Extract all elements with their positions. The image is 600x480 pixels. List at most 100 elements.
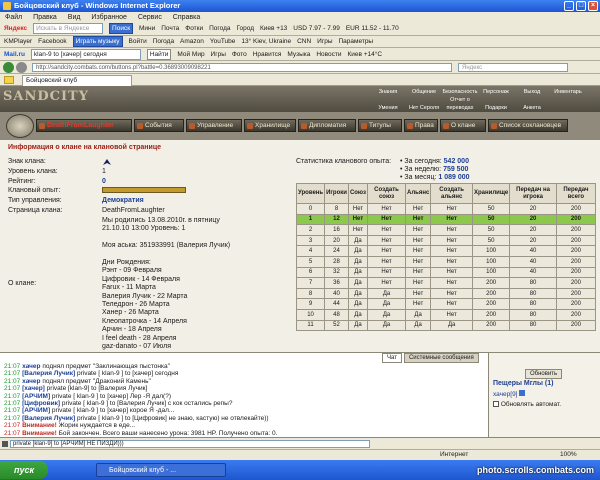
menu-file[interactable]: Файл: [5, 14, 22, 21]
nav-storage-button[interactable]: Хранилище: [244, 119, 296, 132]
toolbar2-item[interactable]: Параметры: [338, 36, 373, 47]
nav-label: Права: [415, 122, 434, 129]
auto-refresh[interactable]: Обновлять автомат.: [493, 401, 561, 408]
nav-events-button[interactable]: События: [134, 119, 184, 132]
stats-today-label: За сегодня:: [404, 158, 442, 165]
menu-help[interactable]: Справка: [173, 14, 200, 21]
chat-nick[interactable]: Внимание!: [22, 430, 57, 437]
menu-view[interactable]: Вид: [68, 14, 81, 21]
auto-refresh-checkbox[interactable]: [493, 401, 499, 408]
table-cell: 40: [509, 245, 557, 257]
gov-type-label: Тип управления:: [8, 197, 62, 204]
chat-log[interactable]: Чат Системные сообщения 21:07 хачер подня…: [0, 352, 488, 437]
toolbar2-item[interactable]: KMPlayer: [4, 36, 32, 47]
toolbar1-item[interactable]: Фотки: [185, 23, 203, 35]
toolbar3-item[interactable]: Музыка: [287, 49, 310, 60]
topnav-item[interactable]: Общение: [406, 88, 442, 96]
nav-about-button[interactable]: О клане: [440, 119, 486, 132]
refresh-button[interactable]: Обновить: [525, 369, 563, 379]
toolbar2-item[interactable]: Facebook: [38, 36, 67, 47]
topnav-item[interactable]: Умения: [370, 104, 406, 112]
topnav-item[interactable]: Нет Сероля: [406, 104, 442, 112]
table-header-cell: Хранилище: [472, 183, 511, 204]
table-cell: Нет: [367, 213, 406, 226]
yandex-search-button[interactable]: Поиск: [109, 23, 134, 34]
topnav-item[interactable]: Персонаж: [478, 88, 514, 96]
close-icon[interactable]: ×: [588, 1, 598, 11]
stats-month-label: За месяц:: [404, 174, 437, 181]
address-search-input[interactable]: Яндекс: [458, 63, 568, 72]
forward-icon[interactable]: [16, 62, 27, 73]
nav-diplomacy-button[interactable]: Дипломатия: [298, 119, 356, 132]
table-cell: 36: [324, 277, 349, 289]
toolbar2-item[interactable]: 13° Kiev, Ukraine: [241, 36, 291, 47]
toolbar1-item[interactable]: Почта: [161, 23, 179, 35]
toolbar1-item[interactable]: Погода: [209, 23, 230, 35]
nav-members-button[interactable]: Список соклановцев: [488, 119, 568, 132]
topnav-item[interactable]: Анкета: [514, 104, 550, 112]
tab-fightclub[interactable]: Бойцовский клуб: [22, 75, 132, 86]
table-cell: Нет: [430, 308, 474, 321]
topnav-item[interactable]: Выход: [514, 88, 550, 96]
yandex-toolbar: Яндекс Искать в Яндексе Поиск Мини Почта…: [0, 23, 600, 36]
back-icon[interactable]: [3, 62, 14, 73]
toolbar3-item[interactable]: Новости: [316, 49, 341, 60]
toolbar3-item[interactable]: Киев +14°C: [347, 49, 382, 60]
topnav-item[interactable]: Безопасность: [442, 88, 478, 96]
toolbar1-item[interactable]: Киев +13: [260, 23, 287, 35]
toolbar1-item[interactable]: Город: [236, 23, 254, 35]
toolbar2-item[interactable]: Amazon: [180, 36, 204, 47]
table-row: 11 52 Да Да Да Да 200 80 200: [295, 319, 597, 332]
toolbar3-item[interactable]: Фото: [232, 49, 247, 60]
start-button[interactable]: пуск: [0, 461, 48, 479]
play-music-button[interactable]: Играть музыку: [72, 36, 123, 47]
topnav-item[interactable]: Подарки: [478, 104, 514, 112]
table-cell: 200: [555, 213, 597, 226]
toolbar1-item[interactable]: EUR 11.52 - 11.70: [346, 23, 399, 35]
topnav-item[interactable]: Знания: [370, 88, 406, 96]
toolbar2-item[interactable]: Игры: [317, 36, 332, 47]
toolbar3-item[interactable]: Игры: [211, 49, 226, 60]
nav-label: Дипломатия: [309, 122, 347, 129]
topnav-item[interactable]: Инвентарь: [550, 88, 586, 96]
favorites-star-icon[interactable]: [4, 76, 14, 84]
menu-edit[interactable]: Правка: [33, 14, 57, 21]
toolbar1-item[interactable]: Мини: [139, 23, 155, 35]
clan-page-label: Страница клана:: [8, 207, 63, 214]
nav-rights-button[interactable]: Права: [404, 119, 438, 132]
taskbar-window[interactable]: Бойцовский клуб - ...: [96, 463, 226, 477]
player-entry[interactable]: хачер[9]: [493, 390, 526, 398]
toolbar2-item[interactable]: Погода: [153, 36, 174, 47]
table-cell: 20: [324, 234, 349, 247]
toolbar2-item[interactable]: YouTube: [210, 36, 236, 47]
user-button[interactable]: DeathFromLaughter: [36, 119, 132, 132]
toolbar1-item[interactable]: USD 7.97 - 7.99: [293, 23, 340, 35]
topnav-item[interactable]: Отчет о переводах: [442, 96, 478, 112]
nav-titles-button[interactable]: Титулы: [358, 119, 402, 132]
mailru-find-button[interactable]: Найти: [146, 49, 172, 60]
table-cell: 20: [509, 224, 557, 236]
stats-week-value: 759 500: [443, 166, 469, 173]
menu-tools[interactable]: Сервис: [138, 14, 162, 21]
chat-tabs: Чат Системные сообщения: [380, 353, 479, 363]
toolbar3-item[interactable]: Мой Мир: [177, 49, 204, 60]
table-cell: 200: [555, 234, 597, 247]
maximize-icon[interactable]: □: [576, 1, 586, 11]
rating-label: Рейтинг:: [8, 178, 36, 185]
toolbar2-item[interactable]: Войти: [129, 36, 147, 47]
address-bar: http://sandcity.combats.com/buttons.pl?b…: [0, 61, 600, 74]
yandex-search-input[interactable]: Искать в Яндексе: [33, 23, 104, 34]
url-input[interactable]: http://sandcity.combats.com/buttons.pl?b…: [32, 63, 452, 72]
minimize-icon[interactable]: _: [564, 1, 574, 11]
table-cell: Да: [347, 287, 369, 300]
table-cell: 40: [324, 287, 349, 300]
nav-management-button[interactable]: Управление: [186, 119, 242, 132]
chat-input[interactable]: private [klan-9] to [АРЧИМ] НЕ ПИЗДИ))): [10, 440, 370, 448]
player-info-icon[interactable]: [519, 390, 526, 396]
status-zoom[interactable]: 100%: [560, 450, 577, 460]
mailru-search-input[interactable]: klan-9 to [хачер] сегодня: [30, 49, 141, 60]
menu-favorites[interactable]: Избранное: [91, 14, 126, 21]
toolbar3-item[interactable]: Нравится: [253, 49, 282, 60]
chat-menu-icon[interactable]: [2, 441, 8, 447]
toolbar2-item[interactable]: CNN: [297, 36, 311, 47]
